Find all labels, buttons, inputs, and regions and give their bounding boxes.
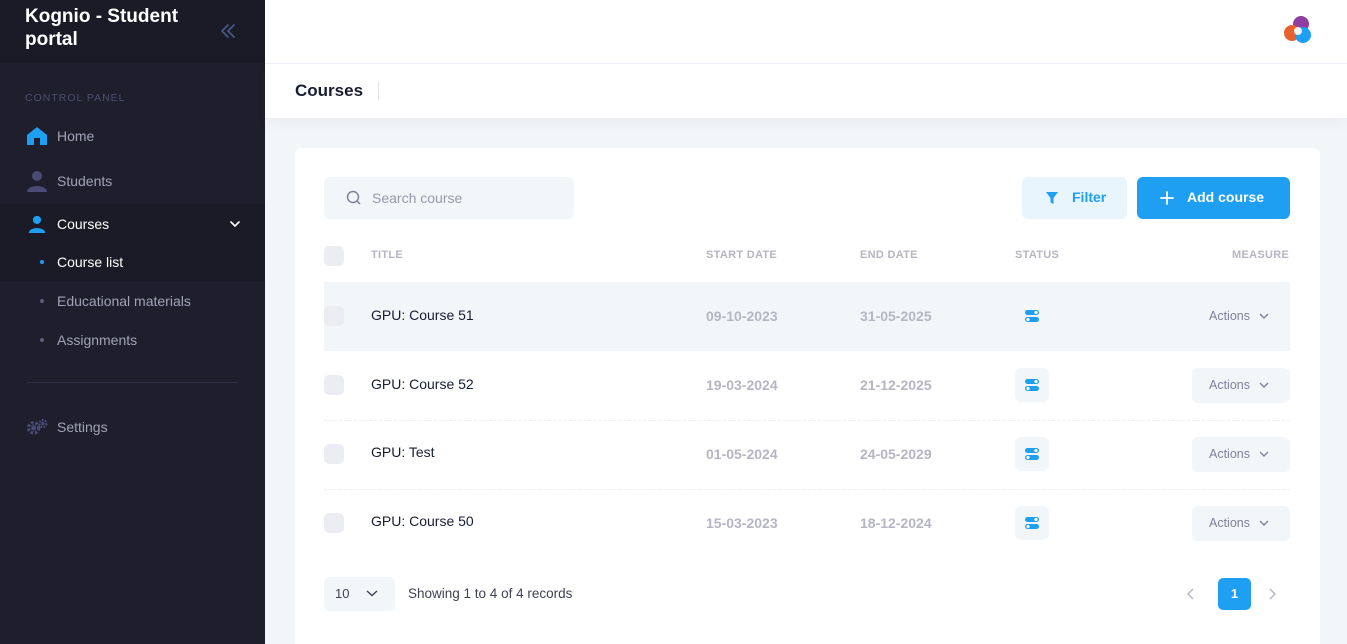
sidebar-subitem-assignments[interactable]: Assignments: [0, 321, 265, 359]
chevron-down-icon: [366, 590, 378, 597]
add-course-label: Add course: [1187, 189, 1265, 205]
user-icon: [26, 170, 48, 192]
sidebar-item-courses[interactable]: Courses: [0, 204, 265, 244]
filter-icon: [1045, 191, 1059, 205]
actions-dropdown[interactable]: Actions: [1192, 299, 1290, 334]
sidebar-item-label: Courses: [57, 216, 110, 232]
end-date: 21-12-2025: [860, 377, 932, 393]
sidebar-subitem-educational-materials[interactable]: Educational materials: [0, 282, 265, 320]
filter-label: Filter: [1072, 189, 1107, 205]
chevron-down-icon: [1259, 313, 1269, 319]
toggle-icon: [1025, 310, 1039, 322]
sidebar-subitem-label: Course list: [57, 254, 124, 270]
search-input[interactable]: [372, 177, 562, 219]
actions-dropdown[interactable]: Actions: [1192, 437, 1290, 472]
user-avatar-logo[interactable]: [1282, 14, 1314, 46]
page-button-current[interactable]: 1: [1218, 578, 1251, 610]
sidebar-item-home[interactable]: Home: [0, 116, 265, 156]
section-label: CONTROL PANEL: [25, 92, 126, 104]
column-header-title[interactable]: TITLE: [371, 249, 403, 261]
app-title: Kognio - Student portal: [25, 6, 179, 50]
sidebar-item-label: Students: [57, 173, 113, 189]
table-row[interactable]: GPU: Course 50 15-03-2023 18-12-2024 Act…: [324, 489, 1290, 558]
toggle-icon: [1025, 379, 1039, 391]
course-title[interactable]: GPU: Test: [371, 444, 435, 460]
sidebar-subitem-course-list[interactable]: Course list: [0, 243, 265, 281]
gears-icon: [26, 416, 48, 438]
top-header: [265, 0, 1347, 64]
actions-dropdown[interactable]: Actions: [1192, 506, 1290, 541]
course-title[interactable]: GPU: Course 52: [371, 376, 474, 392]
status-toggle[interactable]: [1015, 299, 1049, 333]
course-title[interactable]: GPU: Course 50: [371, 513, 474, 529]
filter-button[interactable]: Filter: [1022, 177, 1127, 219]
sidebar-item-settings[interactable]: Settings: [0, 407, 265, 447]
table-row[interactable]: GPU: Test 01-05-2024 24-05-2029 Actions: [324, 420, 1290, 489]
courses-card: Filter Add course TITLE START DATE END D…: [295, 148, 1320, 644]
column-header-end-date[interactable]: END DATE: [860, 249, 918, 261]
page-size-select[interactable]: 10: [324, 577, 395, 611]
sidebar-item-label: Settings: [57, 419, 108, 435]
page-title: Courses: [295, 81, 364, 100]
sidebar-divider: [27, 382, 238, 383]
actions-label: Actions: [1209, 309, 1250, 323]
brand: Kognio - Student portal: [0, 0, 265, 63]
plus-icon: [1160, 191, 1174, 205]
actions-label: Actions: [1209, 516, 1250, 530]
table-row[interactable]: GPU: Course 52 19-03-2024 21-12-2025 Act…: [324, 351, 1290, 420]
collapse-sidebar-icon[interactable]: [217, 20, 239, 42]
subheader: Courses: [265, 64, 1347, 118]
chevron-down-icon: [1259, 520, 1269, 526]
next-page-icon[interactable]: [1265, 586, 1279, 602]
previous-page-icon[interactable]: [1184, 586, 1198, 602]
user-icon: [26, 213, 48, 235]
chevron-down-icon: [1259, 451, 1269, 457]
course-title[interactable]: GPU: Course 51: [371, 307, 474, 323]
sidebar: Kognio - Student portal CONTROL PANEL Ho…: [0, 0, 265, 644]
title-divider: [378, 82, 379, 100]
end-date: 24-05-2029: [860, 446, 932, 462]
end-date: 31-05-2025: [860, 308, 932, 324]
status-toggle[interactable]: [1015, 368, 1049, 402]
table-row[interactable]: GPU: Course 51 09-10-2023 31-05-2025 Act…: [324, 282, 1290, 351]
actions-label: Actions: [1209, 447, 1250, 461]
actions-label: Actions: [1209, 378, 1250, 392]
column-header-status[interactable]: STATUS: [1015, 249, 1059, 261]
records-summary: Showing 1 to 4 of 4 records: [408, 586, 573, 601]
start-date: 09-10-2023: [706, 308, 778, 324]
start-date: 15-03-2023: [706, 515, 778, 531]
status-toggle[interactable]: [1015, 437, 1049, 471]
row-checkbox[interactable]: [324, 444, 344, 464]
row-checkbox[interactable]: [324, 513, 344, 533]
start-date: 01-05-2024: [706, 446, 778, 462]
bullet-icon: [40, 260, 44, 264]
page-size-value: 10: [335, 586, 350, 601]
column-header-measure: MEASURE: [1232, 249, 1290, 261]
add-course-button[interactable]: Add course: [1137, 177, 1290, 219]
row-checkbox[interactable]: [324, 306, 344, 326]
toggle-icon: [1025, 448, 1039, 460]
column-header-start-date[interactable]: START DATE: [706, 249, 777, 261]
home-icon: [26, 125, 48, 147]
status-toggle[interactable]: [1015, 506, 1049, 540]
row-checkbox[interactable]: [324, 375, 344, 395]
end-date: 18-12-2024: [860, 515, 932, 531]
chevron-down-icon: [1259, 382, 1269, 388]
sidebar-subitem-label: Assignments: [57, 332, 138, 348]
actions-dropdown[interactable]: Actions: [1192, 368, 1290, 403]
sidebar-item-students[interactable]: Students: [0, 161, 265, 201]
bullet-icon: [40, 338, 44, 342]
start-date: 19-03-2024: [706, 377, 778, 393]
select-all-checkbox[interactable]: [324, 246, 344, 266]
sidebar-item-label: Home: [57, 128, 95, 144]
sidebar-subitem-label: Educational materials: [57, 293, 191, 309]
toggle-icon: [1025, 517, 1039, 529]
bullet-icon: [40, 299, 44, 303]
chevron-down-icon: [228, 217, 242, 231]
search-box: [324, 177, 574, 219]
search-icon: [346, 190, 362, 206]
